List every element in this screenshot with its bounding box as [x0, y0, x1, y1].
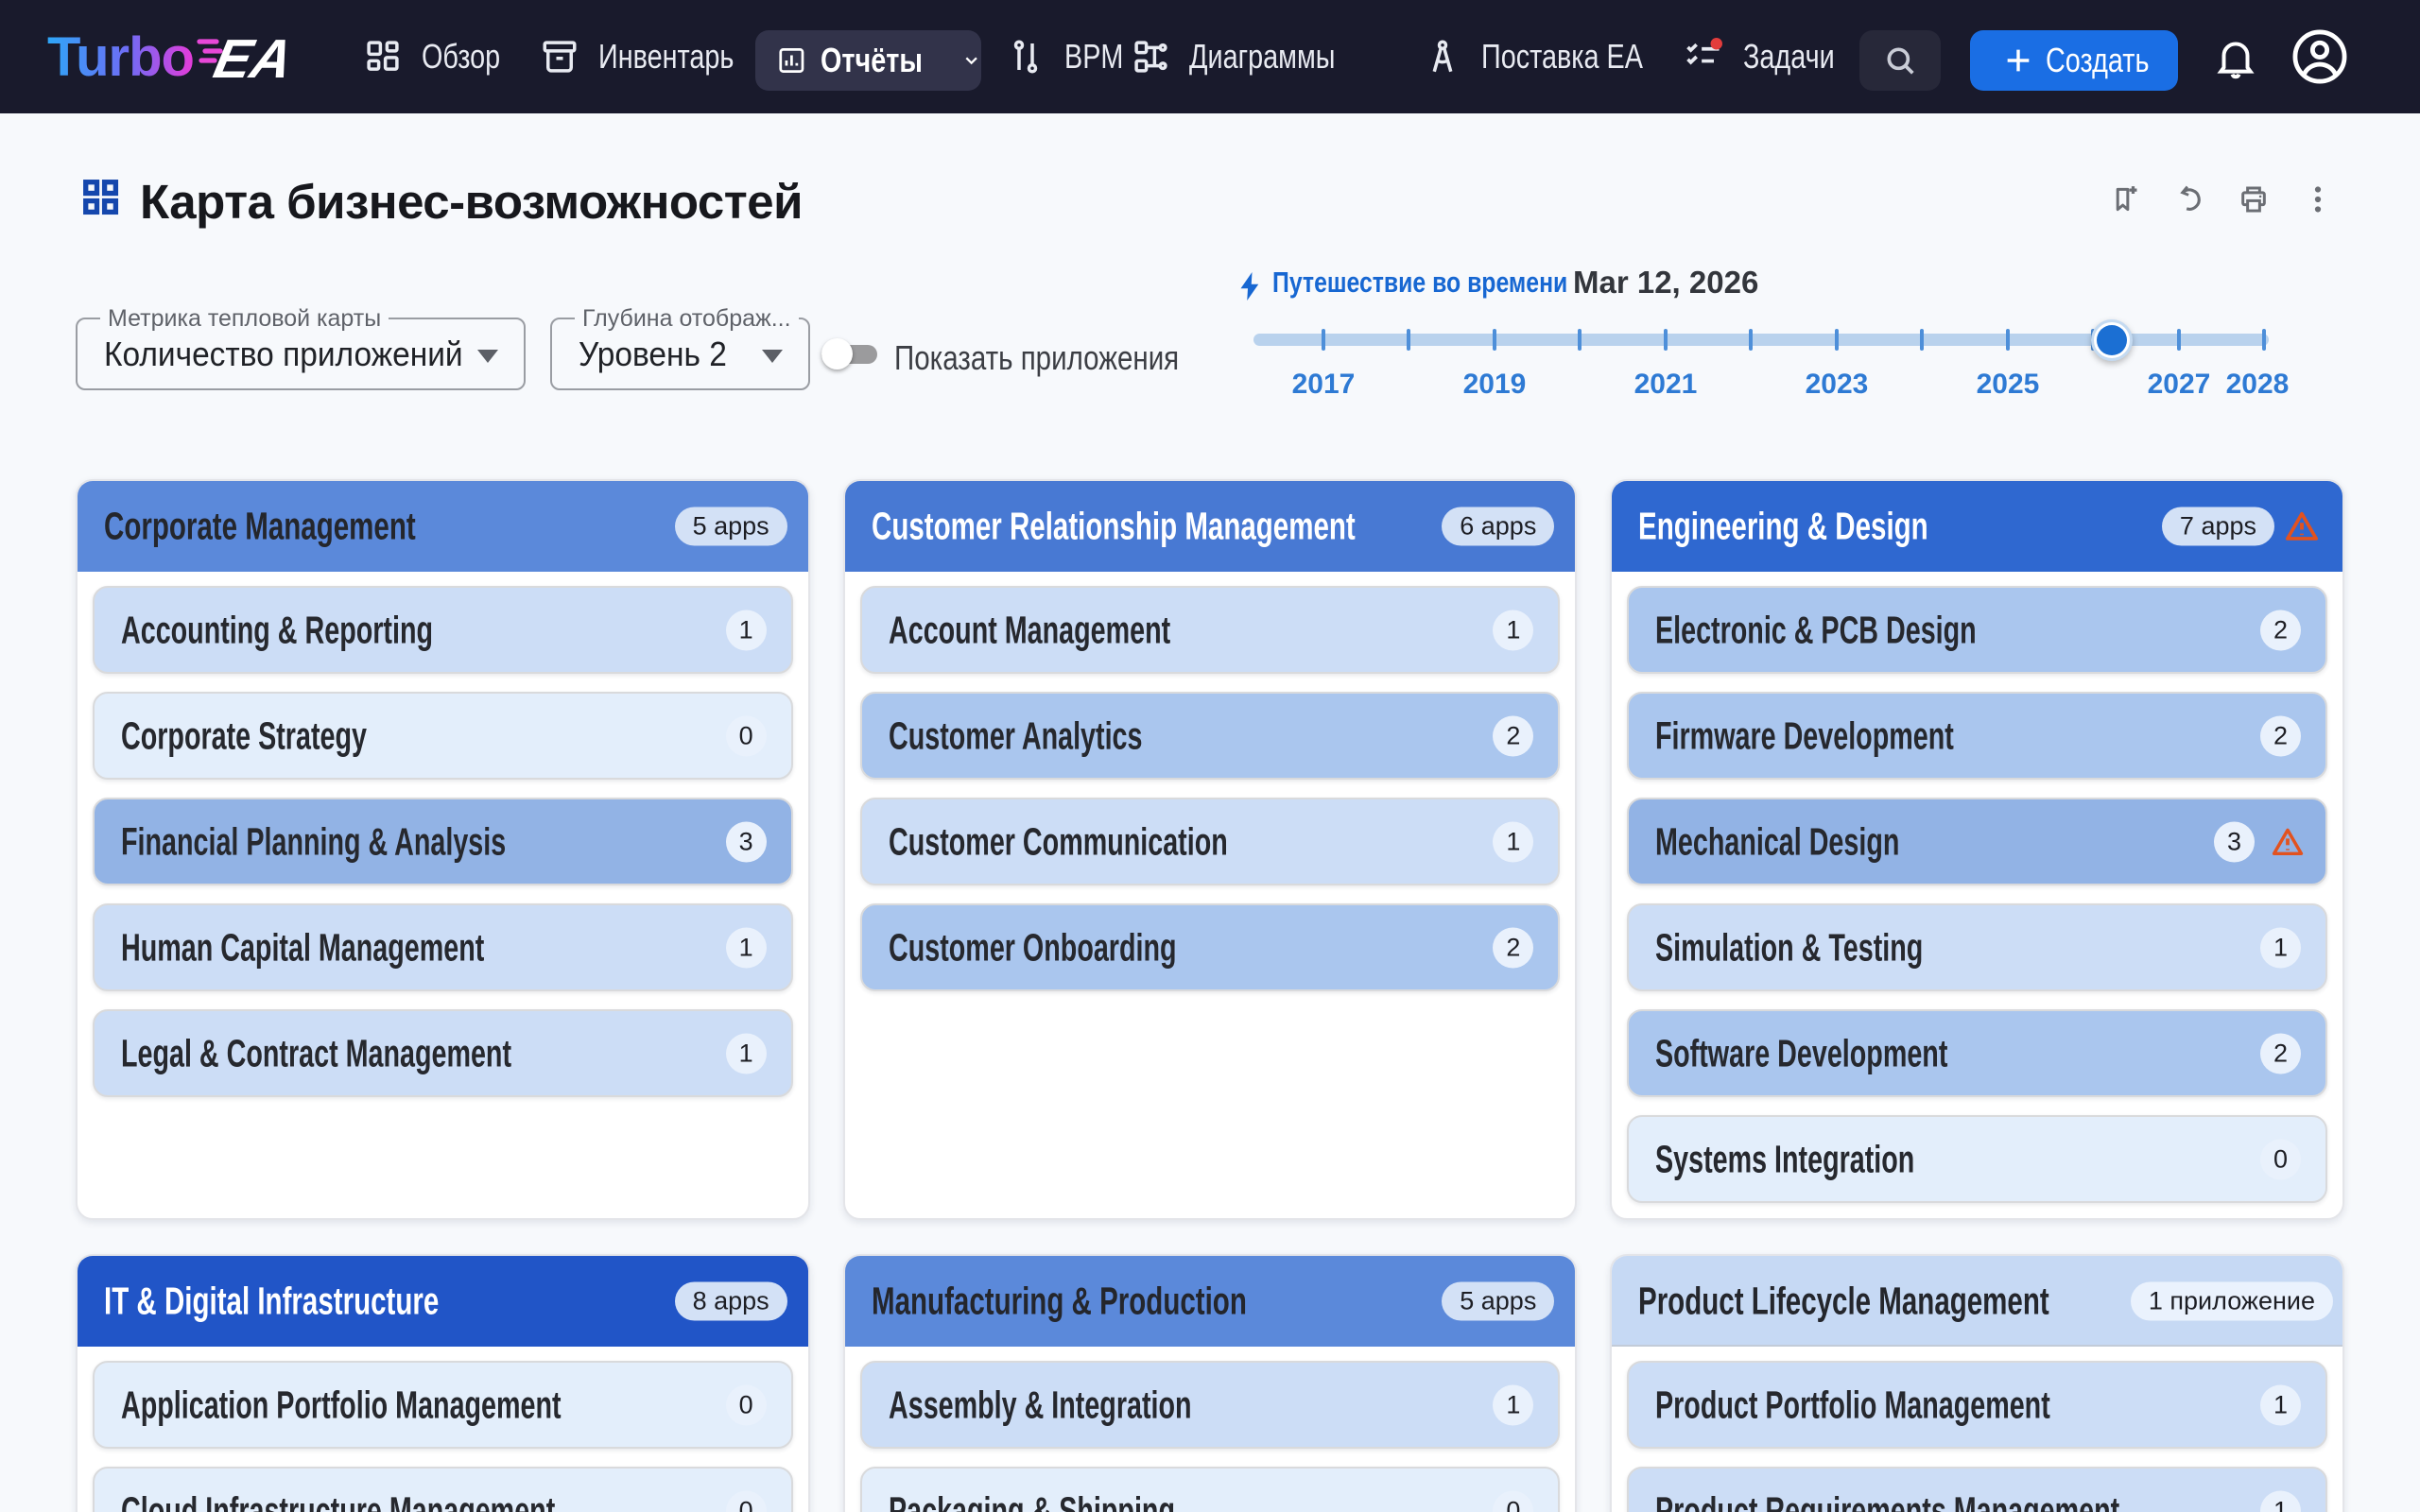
svg-text:EA: EA	[209, 29, 294, 87]
